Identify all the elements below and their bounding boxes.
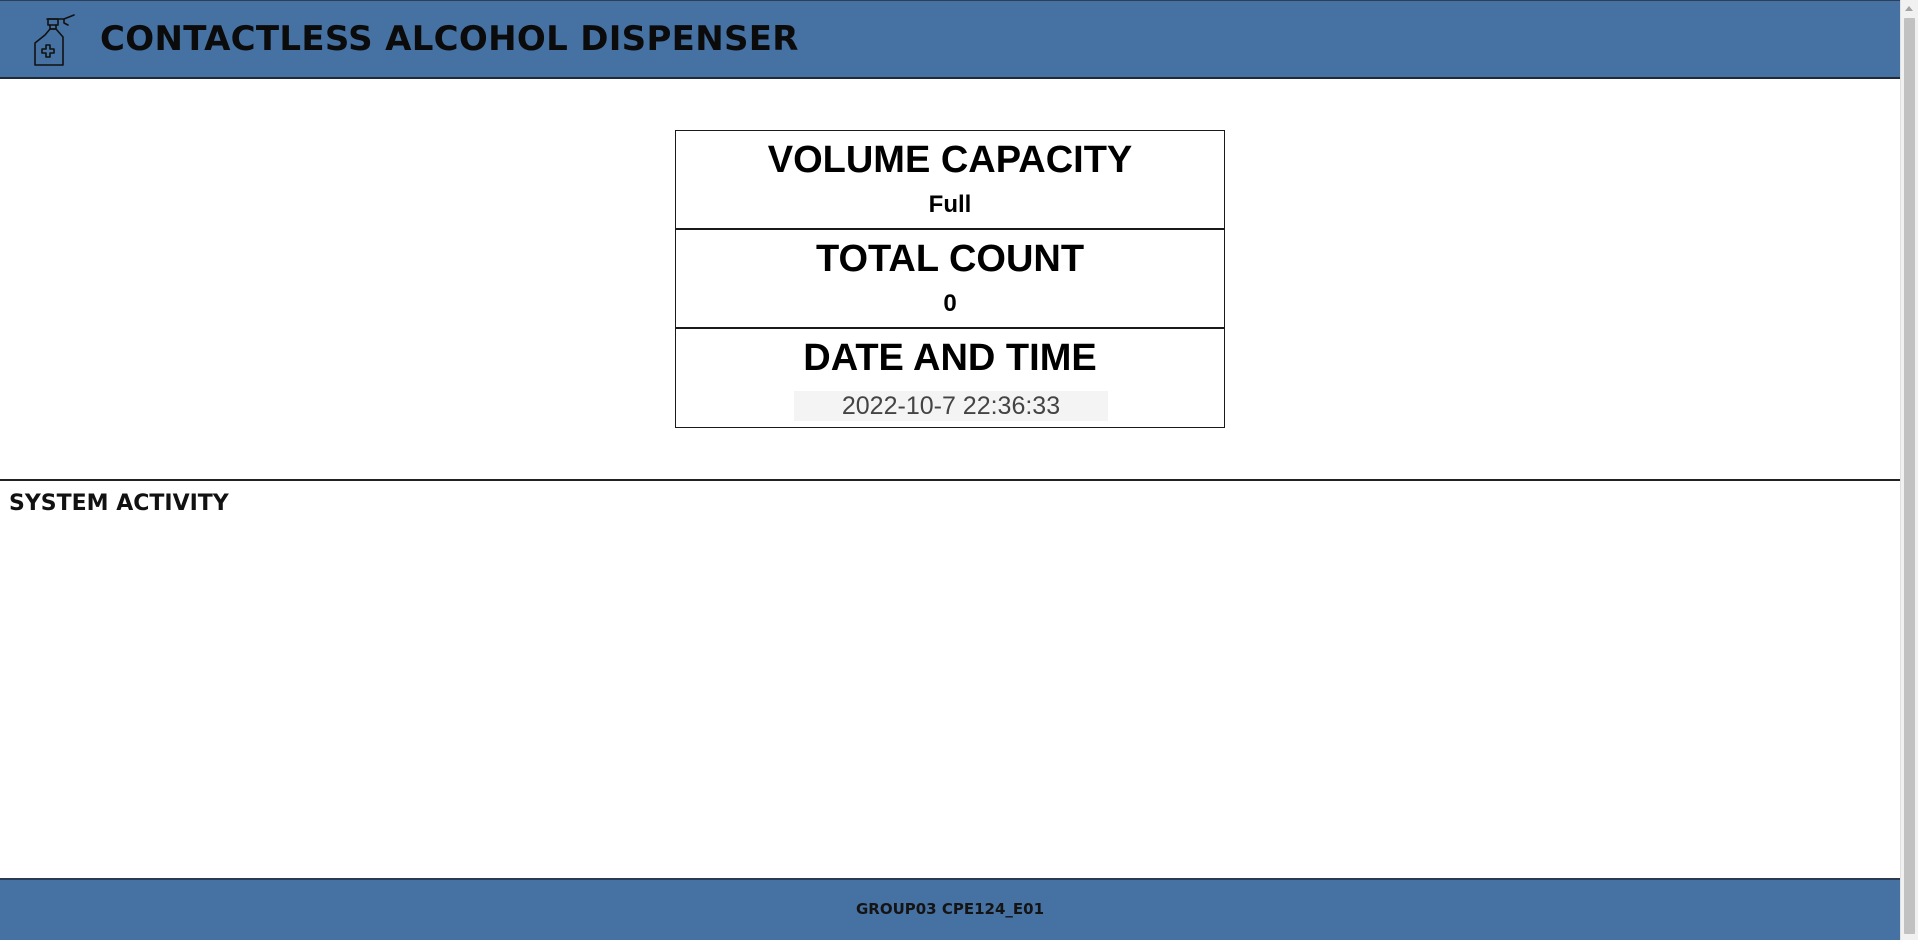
date-time-value: 2022-10-7 22:36:33 (794, 391, 1108, 421)
stats-panel: VOLUME CAPACITY Full TOTAL COUNT 0 DATE … (675, 130, 1225, 428)
vertical-scrollbar[interactable] (1900, 0, 1918, 940)
app-title: CONTACTLESS ALCOHOL DISPENSER (100, 19, 799, 59)
sanitizer-spray-bottle-icon (34, 14, 75, 66)
volume-capacity-card: VOLUME CAPACITY Full (676, 131, 1224, 230)
system-activity-area (0, 525, 1900, 875)
page: CONTACTLESS ALCOHOL DISPENSER VOLUME CAP… (0, 0, 1900, 940)
volume-capacity-value: Full (928, 191, 972, 218)
volume-capacity-label: VOLUME CAPACITY (767, 139, 1133, 181)
scrollbar-thumb[interactable] (1904, 18, 1915, 934)
header-bar: CONTACTLESS ALCOHOL DISPENSER (0, 0, 1900, 79)
section-divider (0, 479, 1900, 481)
total-count-value: 0 (943, 290, 957, 317)
scroll-up-arrow-icon[interactable] (1905, 6, 1913, 11)
footer-bar: GROUP03 CPE124_E01 (0, 878, 1900, 940)
total-count-label: TOTAL COUNT (815, 238, 1085, 280)
date-time-label: DATE AND TIME (803, 337, 1097, 379)
footer-text: GROUP03 CPE124_E01 (855, 900, 1045, 918)
date-time-card: DATE AND TIME 2022-10-7 22:36:33 (676, 329, 1224, 427)
system-activity-title: SYSTEM ACTIVITY (9, 491, 229, 516)
total-count-card: TOTAL COUNT 0 (676, 230, 1224, 329)
